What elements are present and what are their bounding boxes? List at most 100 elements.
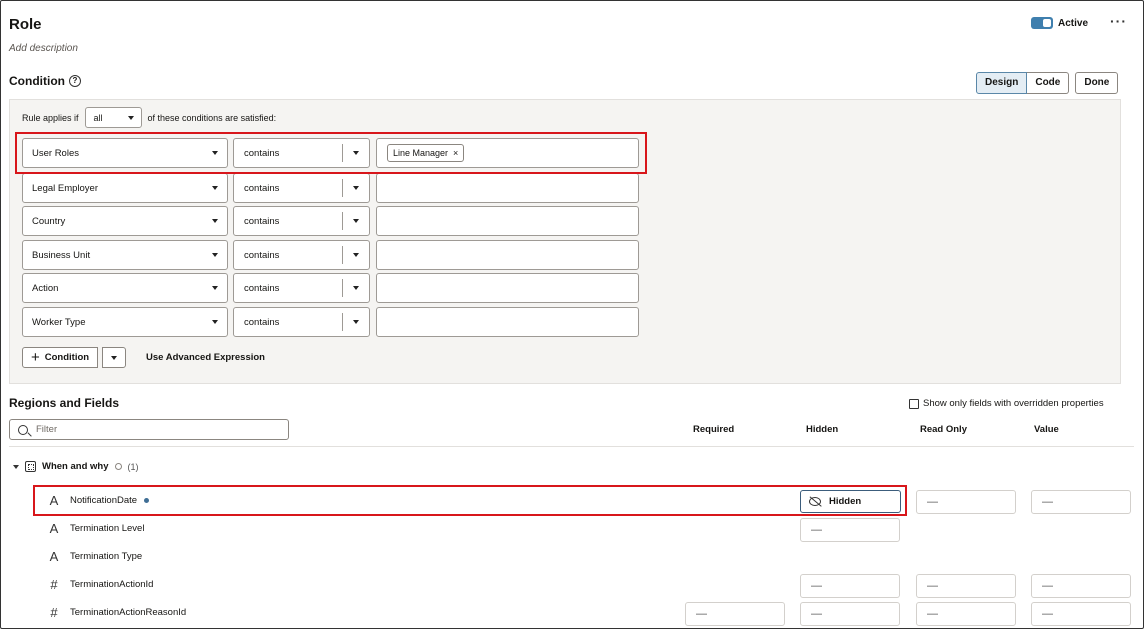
region-when-and-why[interactable]: When and why (1) bbox=[13, 461, 139, 472]
read-only-select[interactable]: — bbox=[916, 574, 1016, 598]
field-select[interactable]: Worker Type bbox=[22, 307, 228, 337]
filter-input[interactable]: Filter bbox=[9, 419, 289, 440]
active-toggle[interactable]: Active bbox=[1031, 17, 1088, 29]
operator-select[interactable]: contains bbox=[233, 273, 370, 303]
field-name: Termination Type bbox=[70, 551, 143, 562]
field-select[interactable]: Business Unit bbox=[22, 240, 228, 270]
column-header-value: Value bbox=[1034, 424, 1059, 435]
chevron-down-icon[interactable] bbox=[13, 464, 19, 469]
condition-row: Business Unit contains bbox=[22, 240, 639, 270]
field-select[interactable]: Country bbox=[22, 206, 228, 236]
operator-dropdown[interactable] bbox=[343, 219, 369, 223]
search-icon bbox=[18, 424, 28, 435]
hidden-select[interactable]: — bbox=[800, 602, 900, 626]
operator-select[interactable]: contains bbox=[233, 307, 370, 337]
value-select[interactable]: — bbox=[1031, 574, 1131, 598]
regions-fields-title: Regions and Fields bbox=[9, 396, 120, 410]
checkbox[interactable] bbox=[909, 398, 919, 409]
condition-title: Condition ? bbox=[9, 74, 81, 88]
add-condition-menu-button[interactable] bbox=[102, 347, 126, 368]
text-type-icon: A bbox=[49, 521, 59, 536]
status-circle-icon bbox=[114, 463, 122, 470]
operator-select[interactable]: contains bbox=[233, 206, 370, 236]
condition-row: Worker Type contains bbox=[22, 307, 639, 337]
number-type-icon: # bbox=[50, 577, 58, 592]
rule-match-select[interactable]: all bbox=[84, 107, 142, 128]
column-header-hidden: Hidden bbox=[806, 424, 839, 435]
add-condition-button[interactable]: + Condition bbox=[22, 347, 98, 368]
operator-dropdown[interactable] bbox=[343, 286, 369, 290]
field-select[interactable]: Legal Employer bbox=[22, 173, 228, 203]
rule-applies-line: Rule applies if all of these conditions … bbox=[22, 107, 276, 128]
operator-dropdown[interactable] bbox=[343, 186, 369, 190]
value-select[interactable]: — bbox=[1031, 490, 1131, 514]
active-label: Active bbox=[1058, 17, 1089, 29]
field-name: TerminationActionId bbox=[70, 579, 154, 590]
toggle-switch-icon[interactable] bbox=[1031, 17, 1053, 29]
condition-row: Action contains bbox=[22, 273, 639, 303]
region-count: (1) bbox=[127, 461, 139, 472]
field-select[interactable]: Action bbox=[22, 273, 228, 303]
chevron-down-icon bbox=[212, 186, 218, 190]
chevron-down-icon bbox=[353, 253, 359, 257]
field-row-terminationactionreasonid[interactable]: # TerminationActionReasonId bbox=[47, 605, 186, 620]
chevron-down-icon bbox=[127, 115, 134, 120]
hidden-select[interactable]: — bbox=[800, 518, 900, 542]
hidden-select[interactable]: — bbox=[800, 574, 900, 598]
field-select-value: Worker Type bbox=[32, 316, 86, 328]
add-condition-label: Condition bbox=[44, 352, 90, 363]
field-row-termination-type[interactable]: A Termination Type bbox=[47, 549, 143, 564]
chevron-down-icon bbox=[212, 320, 218, 324]
chevron-down-icon bbox=[353, 286, 359, 290]
value-input[interactable] bbox=[376, 307, 639, 337]
chevron-down-icon bbox=[212, 286, 218, 290]
condition-title-text: Condition bbox=[9, 74, 65, 88]
view-mode-group: Design Code Done bbox=[976, 72, 1119, 94]
operator-select[interactable]: contains bbox=[233, 240, 370, 270]
value-input[interactable] bbox=[376, 206, 639, 236]
value-input[interactable] bbox=[376, 273, 639, 303]
field-row-terminationactionid[interactable]: # TerminationActionId bbox=[47, 577, 153, 592]
use-advanced-expression-link[interactable]: Use Advanced Expression bbox=[146, 352, 265, 363]
chevron-down-icon bbox=[111, 355, 117, 360]
page-title: Role bbox=[9, 16, 42, 33]
value-select[interactable]: — bbox=[1031, 602, 1131, 626]
operator-value: contains bbox=[244, 182, 280, 194]
plus-icon: + bbox=[31, 348, 40, 366]
required-select[interactable]: — bbox=[685, 602, 785, 626]
read-only-select[interactable]: — bbox=[916, 602, 1016, 626]
condition-row: Legal Employer contains bbox=[22, 173, 639, 203]
more-actions-icon[interactable]: ··· bbox=[1110, 13, 1127, 29]
overridden-filter[interactable]: Show only fields with overridden propert… bbox=[909, 398, 1104, 409]
divider bbox=[9, 446, 1134, 447]
operator-dropdown[interactable] bbox=[343, 320, 369, 324]
column-header-required: Required bbox=[693, 424, 735, 435]
chevron-down-icon bbox=[353, 186, 359, 190]
overridden-label: Show only fields with overridden propert… bbox=[923, 398, 1104, 409]
chevron-down-icon bbox=[353, 320, 359, 324]
highlight-box bbox=[33, 485, 907, 516]
add-description-field[interactable]: Add description bbox=[9, 43, 78, 54]
field-row-termination-level[interactable]: A Termination Level bbox=[47, 521, 145, 536]
field-name: Termination Level bbox=[70, 523, 145, 534]
rule-match-value: all bbox=[93, 112, 103, 123]
column-header-read-only: Read Only bbox=[920, 424, 967, 435]
region-name: When and why bbox=[42, 461, 109, 472]
operator-dropdown[interactable] bbox=[343, 253, 369, 257]
operator-select[interactable]: contains bbox=[233, 173, 370, 203]
field-select-value: Legal Employer bbox=[32, 182, 99, 194]
done-button[interactable]: Done bbox=[1075, 72, 1119, 94]
read-only-select[interactable]: — bbox=[916, 490, 1016, 514]
value-input[interactable] bbox=[376, 240, 639, 270]
rule-suffix: of these conditions are satisfied: bbox=[147, 112, 277, 123]
operator-value: contains bbox=[244, 249, 280, 261]
code-button[interactable]: Code bbox=[1027, 72, 1070, 94]
operator-value: contains bbox=[244, 316, 280, 328]
highlight-box bbox=[15, 132, 647, 174]
help-icon[interactable]: ? bbox=[68, 75, 81, 87]
value-input[interactable] bbox=[376, 173, 639, 203]
filter-placeholder: Filter bbox=[36, 424, 58, 435]
field-select-value: Country bbox=[32, 215, 66, 227]
field-select-value: Business Unit bbox=[32, 249, 91, 261]
design-button[interactable]: Design bbox=[976, 72, 1028, 94]
